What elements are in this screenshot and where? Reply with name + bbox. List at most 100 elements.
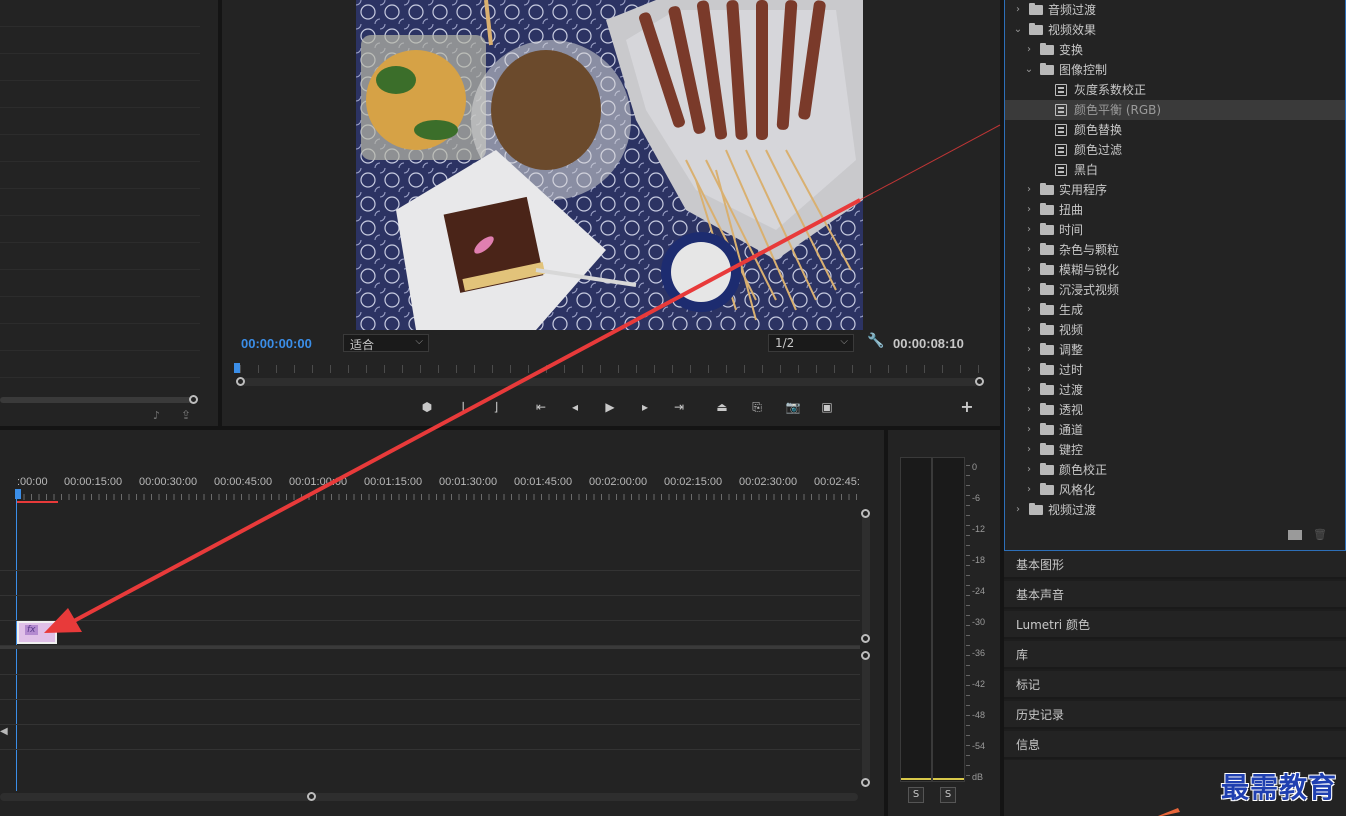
chevron-right-icon[interactable]: › (1024, 260, 1034, 280)
step-forward-icon[interactable]: ▸ (636, 399, 654, 415)
effects-folder[interactable]: › 音频过渡 (1005, 0, 1345, 20)
chevron-right-icon[interactable]: › (1013, 0, 1023, 20)
chevron-right-icon[interactable]: › (1024, 360, 1034, 380)
monitor-scrollbar[interactable] (240, 378, 980, 386)
chevron-right-icon[interactable]: › (1024, 320, 1034, 340)
project-scroll-handle[interactable] (189, 395, 198, 404)
resolution-select[interactable]: 1/2 ⌵ (768, 334, 854, 352)
video-scroll-bottom-handle[interactable] (861, 634, 870, 643)
music-note-icon[interactable]: ♪ (153, 409, 160, 422)
chevron-down-icon[interactable]: ⌄ (1024, 60, 1034, 80)
effects-folder[interactable]: › 视频过渡 (1005, 500, 1345, 520)
effects-folder[interactable]: › 键控 (1005, 440, 1345, 460)
chevron-down-icon[interactable]: ⌄ (1013, 20, 1023, 40)
wrench-icon[interactable]: 🔧 (867, 333, 884, 349)
effects-folder[interactable]: › 过时 (1005, 360, 1345, 380)
effects-folder[interactable]: › 变换 (1005, 40, 1345, 60)
program-video-frame[interactable] (356, 0, 863, 330)
side-panel-tab[interactable]: 历史记录 (1004, 701, 1346, 729)
work-area-bar[interactable] (16, 501, 58, 503)
monitor-playhead[interactable] (234, 363, 240, 373)
adjustment-clip[interactable]: fx (17, 621, 57, 644)
effects-folder[interactable]: › 生成 (1005, 300, 1345, 320)
video-scroll-top-handle[interactable] (861, 509, 870, 518)
solo-button[interactable]: S (908, 787, 924, 803)
audio-scroll-top-handle[interactable] (861, 651, 870, 660)
play-icon[interactable]: ▶ (601, 399, 619, 415)
delete-icon[interactable]: 🗑 (1313, 528, 1327, 541)
effects-item[interactable]: 灰度系数校正 (1005, 80, 1345, 100)
chevron-right-icon[interactable]: › (1024, 340, 1034, 360)
extract-icon[interactable]: ⎘ (748, 399, 766, 415)
mark-out-icon[interactable]: ⌋ (487, 399, 505, 415)
monitor-scroll-left-handle[interactable] (236, 377, 245, 386)
add-marker-icon[interactable]: ⬢ (418, 399, 436, 415)
timeline-horizontal-scrollbar[interactable] (0, 793, 858, 801)
effects-item-label: 扭曲 (1059, 203, 1084, 217)
effects-item[interactable]: 颜色过滤 (1005, 140, 1345, 160)
chevron-right-icon[interactable]: › (1024, 300, 1034, 320)
chevron-right-icon[interactable]: › (1024, 200, 1034, 220)
effects-folder[interactable]: › 沉浸式视频 (1005, 280, 1345, 300)
timeline-scroll-handle[interactable] (307, 792, 316, 801)
ruler-time-label: :00:00 (17, 476, 48, 488)
effects-folder[interactable]: › 通道 (1005, 420, 1345, 440)
effects-folder[interactable]: › 透视 (1005, 400, 1345, 420)
chevron-right-icon[interactable]: › (1024, 420, 1034, 440)
effects-folder[interactable]: › 过渡 (1005, 380, 1345, 400)
monitor-scroll-right-handle[interactable] (975, 377, 984, 386)
audio-track-scrollbar[interactable] (862, 656, 870, 783)
effects-folder[interactable]: › 实用程序 (1005, 180, 1345, 200)
step-back-icon[interactable]: ◂ (566, 399, 584, 415)
chevron-right-icon[interactable]: › (1024, 480, 1034, 500)
add-button-icon[interactable]: + (958, 399, 976, 415)
camera-icon[interactable]: 📷 (784, 399, 802, 415)
lift-icon[interactable]: ⏏ (713, 399, 731, 415)
side-panel-tab[interactable]: 库 (1004, 641, 1346, 669)
effects-folder[interactable]: › 颜色校正 (1005, 460, 1345, 480)
new-bin-icon[interactable] (1288, 530, 1302, 540)
audio-scroll-bottom-handle[interactable] (861, 778, 870, 787)
chevron-right-icon[interactable]: › (1024, 180, 1034, 200)
effects-folder[interactable]: › 杂色与颗粒 (1005, 240, 1345, 260)
chevron-right-icon[interactable]: › (1024, 460, 1034, 480)
side-panel-tab[interactable]: 基本声音 (1004, 581, 1346, 609)
chevron-right-icon[interactable]: › (1013, 500, 1023, 520)
video-track-scrollbar[interactable] (862, 513, 870, 639)
side-panel-tab[interactable]: Lumetri 颜色 (1004, 611, 1346, 639)
chevron-right-icon[interactable]: › (1024, 440, 1034, 460)
chevron-right-icon[interactable]: › (1024, 40, 1034, 60)
effects-folder[interactable]: › 扭曲 (1005, 200, 1345, 220)
side-panel-tab[interactable]: 基本图形 (1004, 551, 1346, 579)
compare-view-icon[interactable]: ▣ (818, 399, 836, 415)
playhead-timecode[interactable]: 00:00:00:00 (241, 336, 312, 351)
effects-folder[interactable]: › 调整 (1005, 340, 1345, 360)
project-scrollbar[interactable] (0, 397, 192, 403)
effects-folder[interactable]: › 风格化 (1005, 480, 1345, 500)
mark-in-icon[interactable]: ⌊ (455, 399, 473, 415)
effects-folder[interactable]: › 时间 (1005, 220, 1345, 240)
effects-folder[interactable]: › 模糊与锐化 (1005, 260, 1345, 280)
side-panel-tab[interactable]: 标记 (1004, 671, 1346, 699)
chevron-right-icon[interactable]: › (1024, 400, 1034, 420)
side-panel-tab[interactable]: 信息 (1004, 731, 1346, 759)
track-divider (0, 699, 860, 700)
export-icon[interactable]: ⇪ (181, 408, 191, 422)
effects-folder[interactable]: › 视频 (1005, 320, 1345, 340)
chevron-right-icon[interactable]: › (1024, 280, 1034, 300)
zoom-level-select[interactable]: 适合 ⌵ (343, 334, 429, 352)
chevron-right-icon[interactable]: › (1024, 220, 1034, 240)
chevron-right-icon[interactable]: › (1024, 240, 1034, 260)
effects-item[interactable]: 颜色替换 (1005, 120, 1345, 140)
solo-button[interactable]: S (940, 787, 956, 803)
timeline-playhead-head[interactable] (15, 489, 21, 499)
go-to-in-icon[interactable]: ⇤ (532, 399, 550, 415)
effects-item[interactable]: 颜色平衡 (RGB) (1005, 100, 1345, 120)
go-to-out-icon[interactable]: ⇥ (670, 399, 688, 415)
effects-folder[interactable]: ⌄ 视频效果 (1005, 20, 1345, 40)
effects-folder[interactable]: ⌄ 图像控制 (1005, 60, 1345, 80)
speaker-icon[interactable]: ◀ (0, 726, 8, 737)
effects-item[interactable]: 黑白 (1005, 160, 1345, 180)
chevron-right-icon[interactable]: › (1024, 380, 1034, 400)
ruler-time-label: 00:02:45: (814, 476, 860, 488)
